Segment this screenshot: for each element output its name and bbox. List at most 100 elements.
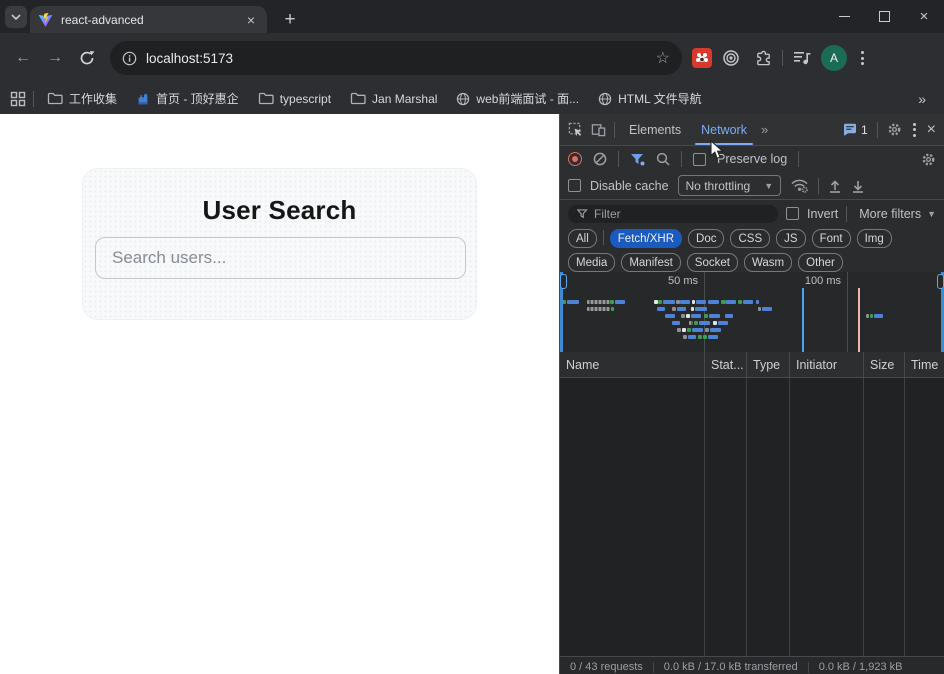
invert-checkbox[interactable] <box>786 207 799 220</box>
issues-counter[interactable]: 1 <box>843 123 868 137</box>
chip-socket[interactable]: Socket <box>687 253 738 272</box>
chip-media[interactable]: Media <box>568 253 615 272</box>
waterfall-bar <box>695 307 707 311</box>
chip-doc[interactable]: Doc <box>688 229 724 248</box>
devtools-menu-button[interactable] <box>911 123 918 137</box>
clear-network-log-icon[interactable] <box>593 152 607 166</box>
network-conditions-icon[interactable] <box>790 178 809 193</box>
waterfall-bar <box>657 307 665 311</box>
bookmark-item-globe-1[interactable]: web前端面试 - 面... <box>450 88 585 109</box>
filter-funnel-small-icon <box>577 209 588 219</box>
preserve-log-checkbox[interactable] <box>693 153 706 166</box>
more-filters-button[interactable]: More filters ▼ <box>859 207 936 221</box>
more-tabs-button[interactable]: » <box>761 122 768 137</box>
devtools-panel: Elements Network » 1 × <box>559 114 944 674</box>
requests-count: 0 / 43 requests <box>570 661 643 673</box>
address-bar[interactable]: localhost:5173 ☆ <box>110 41 682 75</box>
timeline-label-100ms: 100 ms <box>805 275 841 287</box>
chip-all[interactable]: All <box>568 229 597 248</box>
browser-menu-button[interactable] <box>853 51 872 65</box>
column-header-name[interactable]: Name <box>560 352 704 377</box>
bookmark-item-site[interactable]: 首页 - 顶好惠企 <box>130 88 245 109</box>
chip-manifest[interactable]: Manifest <box>621 253 680 272</box>
bookmark-item-folder-1[interactable]: 工作收集 <box>41 88 123 109</box>
devtools-separator <box>614 122 615 138</box>
devtools-close-icon[interactable]: × <box>927 121 936 139</box>
waterfall-bar <box>672 321 680 325</box>
chip-wasm[interactable]: Wasm <box>744 253 792 272</box>
tab-search-button[interactable] <box>5 6 27 28</box>
profile-avatar[interactable]: A <box>821 45 847 71</box>
inspect-element-icon[interactable] <box>568 122 583 137</box>
chip-font[interactable]: Font <box>812 229 851 248</box>
extension-icon-red[interactable] <box>692 48 712 68</box>
column-header-size[interactable]: Size <box>863 352 904 377</box>
extensions-puzzle-icon[interactable] <box>750 45 776 71</box>
bookmark-item-globe-2[interactable]: HTML 文件导航 <box>592 88 708 109</box>
waterfall-bar <box>677 328 681 332</box>
tab-network[interactable]: Network <box>695 114 753 145</box>
filter-funnel-icon[interactable] <box>630 153 645 166</box>
chip-other[interactable]: Other <box>798 253 843 272</box>
overview-right-grip-handle[interactable] <box>937 274 944 289</box>
chip-img[interactable]: Img <box>857 229 892 248</box>
chip-css[interactable]: CSS <box>730 229 770 248</box>
overview-left-grip-handle[interactable] <box>560 274 567 289</box>
waterfall-bar <box>677 307 686 311</box>
chip-fetch-xhr[interactable]: Fetch/XHR <box>610 229 682 248</box>
bookmark-star-icon[interactable]: ☆ <box>656 48 670 68</box>
column-header-type[interactable]: Type <box>746 352 789 377</box>
filter-input[interactable]: Filter <box>568 205 778 223</box>
import-har-icon[interactable] <box>828 179 842 193</box>
maximize-button[interactable] <box>864 0 904 33</box>
bookmark-label: 首页 - 顶好惠企 <box>156 90 239 107</box>
devtools-separator <box>846 206 847 222</box>
requests-table-header: Name Stat... Type Initiator Size Time <box>560 352 944 378</box>
requests-table-body[interactable] <box>560 378 944 656</box>
browser-tab-active[interactable]: react-advanced × <box>30 6 267 33</box>
bookmarks-overflow-button[interactable]: » <box>918 91 934 107</box>
close-button[interactable]: × <box>904 0 944 33</box>
extension-glyph <box>695 51 709 65</box>
forward-button[interactable]: → <box>42 45 68 71</box>
search-network-icon[interactable] <box>656 152 670 166</box>
url-text[interactable]: localhost:5173 <box>146 51 647 66</box>
devtools-settings-gear-icon[interactable] <box>887 122 902 137</box>
network-settings-gear-icon[interactable] <box>921 152 936 167</box>
waterfall-bar <box>866 314 869 318</box>
timeline-label-50ms: 50 ms <box>668 275 698 287</box>
recorder-icon[interactable] <box>718 45 744 71</box>
device-toolbar-icon[interactable] <box>591 122 606 137</box>
site-info-icon[interactable] <box>122 51 137 66</box>
column-header-time[interactable]: Time <box>904 352 944 377</box>
tab-close-icon[interactable]: × <box>243 13 259 27</box>
bookmark-item-folder-2[interactable]: typescript <box>252 90 337 108</box>
target-icon <box>722 49 740 67</box>
waterfall-bar <box>756 300 759 304</box>
chevron-down-icon: ▼ <box>764 181 773 191</box>
search-input[interactable] <box>95 237 466 279</box>
tab-elements[interactable]: Elements <box>623 114 687 145</box>
chip-js[interactable]: JS <box>776 229 805 248</box>
waterfall-bar <box>683 335 687 339</box>
apps-grid-icon[interactable] <box>10 91 26 107</box>
devtools-separator <box>618 151 619 167</box>
globe-icon <box>456 92 470 106</box>
minimize-button[interactable] <box>824 0 864 33</box>
network-overview-waterfall[interactable]: 50 ms 100 ms <box>560 272 944 353</box>
new-tab-button[interactable]: + <box>277 7 303 33</box>
record-network-log-button[interactable] <box>568 152 582 166</box>
filter-placeholder: Filter <box>594 207 621 221</box>
reload-button[interactable] <box>74 45 100 71</box>
devtools-separator <box>798 151 799 167</box>
export-har-icon[interactable] <box>851 179 865 193</box>
media-playlist-icon[interactable] <box>789 45 815 71</box>
column-header-status[interactable]: Stat... <box>704 352 746 377</box>
throttling-dropdown[interactable]: No throttling ▼ <box>678 175 782 196</box>
back-button[interactable]: ← <box>10 45 36 71</box>
browser-toolbar: ← → localhost:5173 ☆ <box>0 33 944 83</box>
bookmark-item-folder-3[interactable]: Jan Marshal <box>344 90 443 108</box>
column-header-initiator[interactable]: Initiator <box>789 352 863 377</box>
waterfall-bar <box>708 335 718 339</box>
disable-cache-checkbox[interactable] <box>568 179 581 192</box>
